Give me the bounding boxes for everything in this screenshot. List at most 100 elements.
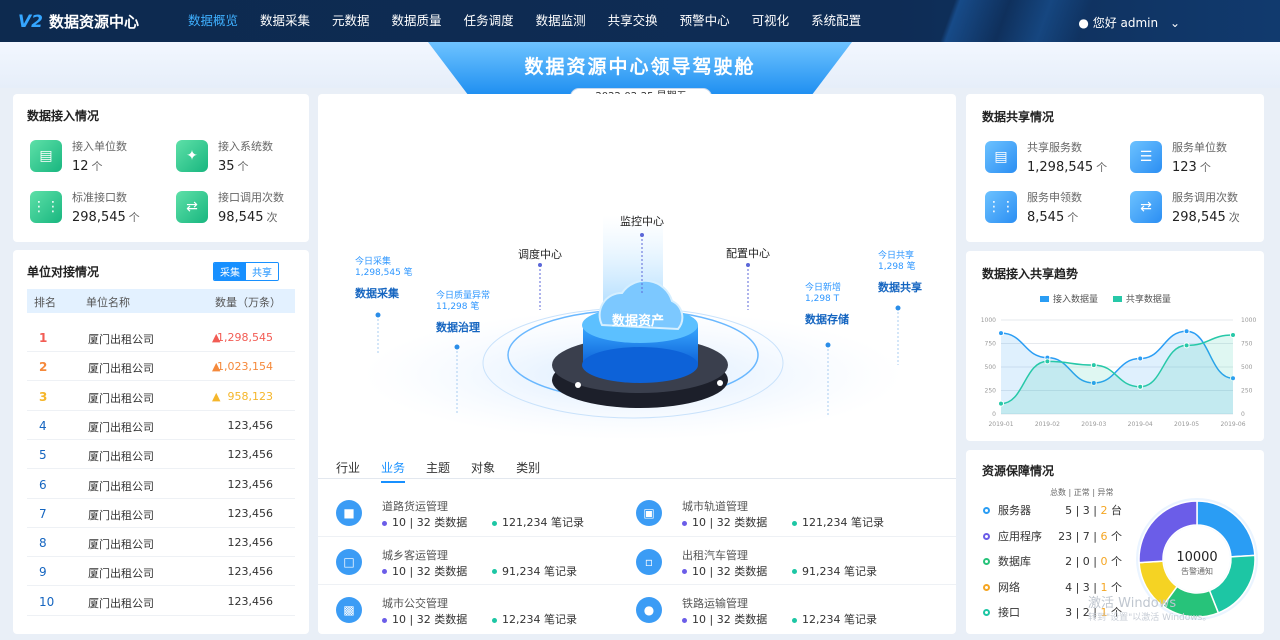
rank-number: 1 <box>39 331 48 345</box>
unit-name: 厦门出租公司 <box>88 538 154 552</box>
node-share[interactable]: 今日共享 1,298 笔 数据共享 <box>878 251 922 295</box>
y2-tick-label: 0 <box>1241 411 1245 418</box>
status-ring-icon <box>983 583 990 591</box>
scroll-icon <box>740 144 768 172</box>
toggle-share[interactable]: 共享 <box>246 263 278 280</box>
windows-watermark: 激活 Windows <box>1088 596 1177 611</box>
rank-number: 7 <box>39 506 47 521</box>
system-icon: ✦ <box>176 140 208 172</box>
category-item[interactable]: ▩ 城市公交管理 10 | 32 类数据 12,234 笔记录 <box>336 591 636 639</box>
tab-business[interactable]: 业务 <box>381 459 406 483</box>
records-icon <box>893 144 921 172</box>
data-point <box>1137 355 1144 362</box>
table-row[interactable]: 10 厦门出租公司 123,456 <box>27 587 295 616</box>
node-govern[interactable]: 今日质量异常 11,298 笔 数据治理 <box>436 291 490 335</box>
tab-object[interactable]: 对象 <box>471 459 495 483</box>
node-collect[interactable]: 今日采集 1,298,545 笔 数据采集 <box>355 257 413 301</box>
nav-item-alert[interactable]: 预警中心 <box>680 0 730 42</box>
item-title: 铁路运输管理 <box>682 597 748 610</box>
nav-item-metadata[interactable]: 元数据 <box>332 0 370 42</box>
category-item[interactable]: ● 铁路运输管理 10 | 32 类数据 12,234 笔记录 <box>636 591 936 639</box>
node-store[interactable]: 今日新增 1,298 T 数据存储 <box>805 283 849 327</box>
nav-item-overview[interactable]: 数据概览 <box>188 0 238 42</box>
item-meta-types: 10 | 32 类数据 <box>682 514 767 530</box>
stat-label: 服务申领数 <box>1027 191 1082 204</box>
kpi-label: 投入天数 <box>354 164 398 177</box>
nav-item-visual[interactable]: 可视化 <box>752 0 790 42</box>
main-nav: 数据概览 数据采集 元数据 数据质量 任务调度 数据监测 共享交换 预警中心 可… <box>188 0 883 42</box>
unit-name: 厦门出租公司 <box>88 450 154 464</box>
user-menu[interactable]: ● 您好 admin ⌄ <box>1078 14 1180 31</box>
stat-label: 接入系统数 <box>218 140 273 153</box>
item-meta-records: 91,234 笔记录 <box>792 563 877 579</box>
table-row[interactable]: 1 厦门出租公司 ▲ 1,298,545 <box>27 323 295 352</box>
stat-value: 8,545 个 <box>1027 210 1079 225</box>
data-point <box>998 400 1004 407</box>
trend-line-chart: 0 0 250 250 500 500 750 750 1000 1000 2019-01 2019-… <box>981 317 1257 428</box>
toggle-collect[interactable]: 采集 <box>214 263 246 280</box>
interface-icon: ⋮⋮ <box>30 191 62 223</box>
item-title: 城乡客运管理 <box>382 548 448 562</box>
kpi-label: 表数量 <box>660 164 693 177</box>
rank-number: 2 <box>39 360 48 375</box>
table-row[interactable]: 7 厦门出租公司 123,456 <box>27 499 295 528</box>
tab-subject[interactable]: 主题 <box>426 459 450 483</box>
nav-item-settings[interactable]: 系统配置 <box>811 0 861 42</box>
unit-value: 123,456 <box>227 477 274 491</box>
kpi-value: 25 天 <box>354 145 388 160</box>
taxi-icon: ▫ <box>636 548 662 575</box>
stat-label: 共享服务数 <box>1027 141 1082 154</box>
stat-interfaces: ⋮⋮ 标准接口数 298,545 个 <box>30 191 140 225</box>
table-row[interactable]: 3 厦门出租公司 ▲ 958,123 <box>27 382 295 411</box>
stat-value: 12 个 <box>72 159 103 174</box>
table-row[interactable]: 5 厦门出租公司 123,456 <box>27 440 295 470</box>
unit-name: 厦门出租公司 <box>88 596 154 610</box>
unit-name: 厦门出租公司 <box>88 420 154 434</box>
data-asset-illustration <box>363 215 903 440</box>
category-item[interactable]: □ 城乡客运管理 10 | 32 类数据 91,234 笔记录 <box>336 543 636 591</box>
rank-number: 9 <box>39 565 47 580</box>
stat-value: 1,298,545 个 <box>1027 160 1108 175</box>
tab-type[interactable]: 类别 <box>516 459 540 483</box>
item-title: 道路货运管理 <box>382 500 448 513</box>
windows-watermark-hint: 转到"设置"以激活 Windows。 <box>1088 613 1212 623</box>
kpi-label: 表记录数 <box>813 164 857 177</box>
unit-name: 厦门出租公司 <box>88 391 154 405</box>
resource-counts: 23 | 7 | 6 个 <box>1058 529 1122 543</box>
tab-industry[interactable]: 行业 <box>336 459 360 483</box>
table-row[interactable]: 6 厦门出租公司 123,456 <box>27 470 295 499</box>
kpi-value: 3,123,123 类 <box>660 145 749 160</box>
item-meta-records: 121,234 笔记录 <box>492 514 584 530</box>
node-monitor[interactable]: 监控中心 <box>620 213 664 229</box>
nav-item-monitor[interactable]: 数据监测 <box>536 0 586 42</box>
table-row[interactable]: 9 厦门出租公司 123,456 <box>27 557 295 587</box>
y-tick-label: 750 <box>985 341 997 348</box>
status-ring-icon <box>983 558 990 565</box>
node-schedule[interactable]: 调度中心 <box>518 246 562 262</box>
data-point <box>998 330 1004 337</box>
nav-item-exchange[interactable]: 共享交换 <box>608 0 658 42</box>
nav-item-collect[interactable]: 数据采集 <box>260 0 310 42</box>
stat-share-services: ▤ 共享服务数 1,298,545 个 <box>985 141 1107 175</box>
table-row[interactable]: 4 厦门出租公司 123,456 <box>27 411 295 440</box>
data-point <box>1044 358 1051 365</box>
user-greeting: 您好 admin <box>1092 16 1159 30</box>
stat-label: 接口调用次数 <box>218 191 284 204</box>
nav-item-quality[interactable]: 数据质量 <box>392 0 442 42</box>
legend-swatch-share <box>1112 296 1122 302</box>
app-logo[interactable]: V2 数据资源中心 <box>18 11 139 32</box>
table-row[interactable]: 2 厦门出租公司 ▲ 1,023,154 <box>27 352 295 382</box>
category-item[interactable]: ▫ 出租汽车管理 10 | 32 类数据 91,234 笔记录 <box>636 543 936 591</box>
category-item[interactable]: ▣ 城市轨道管理 10 | 32 类数据 121,234 笔记录 <box>636 494 936 542</box>
building-icon: ▤ <box>985 141 1017 173</box>
sharing-title: 数据共享情况 <box>982 110 1055 124</box>
x-tick-label: 2019-05 <box>1174 421 1199 428</box>
donut-value: 10000 <box>1176 550 1218 565</box>
item-meta-records: 12,234 笔记录 <box>492 611 577 627</box>
resources-title: 资源保障情况 <box>982 464 1055 478</box>
y-tick-label: 250 <box>985 388 997 395</box>
node-config[interactable]: 配置中心 <box>726 245 770 261</box>
category-item[interactable]: ■ 道路货运管理 10 | 32 类数据 121,234 笔记录 <box>336 494 636 542</box>
table-row[interactable]: 8 厦门出租公司 123,456 <box>27 528 295 558</box>
nav-item-schedule[interactable]: 任务调度 <box>464 0 514 42</box>
